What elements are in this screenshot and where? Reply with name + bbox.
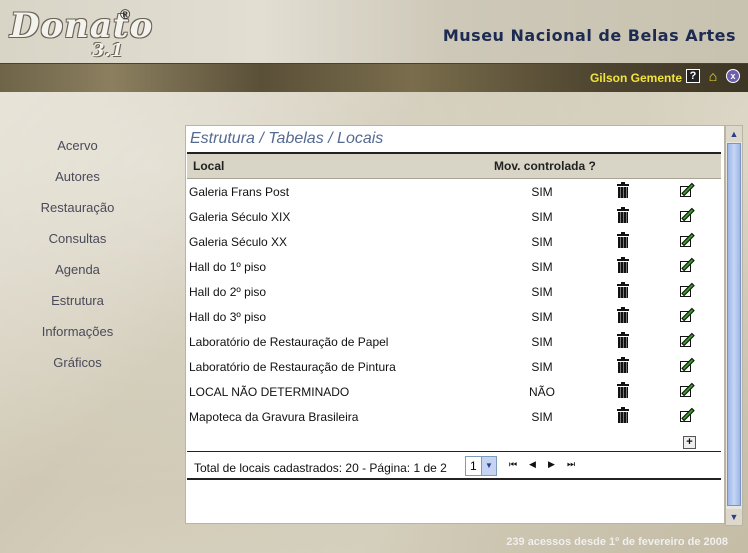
username: Gilson Gemente (589, 71, 682, 85)
side-navigation: Acervo Autores Restauração Consultas Age… (0, 136, 155, 384)
breadcrumb: Estrutura / Tabelas / Locais (190, 130, 384, 147)
edit-icon[interactable] (680, 407, 696, 423)
cell-mov: SIM (531, 410, 553, 424)
cell-mov: SIM (531, 360, 553, 374)
trash-icon[interactable] (617, 332, 629, 349)
edit-icon[interactable] (680, 307, 696, 323)
add-location-button[interactable]: + (683, 436, 696, 449)
edit-icon[interactable] (680, 332, 696, 348)
content-panel: Estrutura / Tabelas / Locais Local Mov. … (185, 125, 725, 524)
nav-item-informacoes[interactable]: Informações (0, 322, 155, 353)
cell-local: Hall do 1º piso (189, 260, 267, 274)
cell-mov: SIM (531, 285, 553, 299)
trash-icon[interactable] (617, 182, 629, 199)
column-header-local: Local (193, 159, 225, 173)
edit-icon[interactable] (680, 257, 696, 273)
edit-icon[interactable] (680, 232, 696, 248)
app-header: Donato ® 3.1 Museu Nacional de Belas Art… (0, 0, 748, 63)
edit-icon[interactable] (680, 207, 696, 223)
footer-divider-top (187, 451, 721, 452)
cell-local: Hall do 2º piso (189, 285, 267, 299)
column-header-mov: Mov. controlada ? (494, 159, 596, 173)
cell-mov: SIM (531, 310, 553, 324)
scroll-thumb[interactable] (727, 143, 741, 506)
prev-page-icon[interactable]: ◀ (529, 459, 536, 470)
cell-local: Laboratório de Restauração de Pintura (189, 360, 396, 374)
nav-item-acervo[interactable]: Acervo (0, 136, 155, 167)
trash-icon[interactable] (617, 232, 629, 249)
nav-item-consultas[interactable]: Consultas (0, 229, 155, 260)
table-row: Hall do 2º piso SIM (187, 280, 721, 305)
cell-mov: SIM (531, 335, 553, 349)
registered-mark: ® (120, 6, 131, 22)
first-page-icon[interactable]: ⏮ (509, 459, 517, 470)
cell-local: Hall do 3º piso (189, 310, 267, 324)
table-row: Laboratório de Restauração de Papel SIM (187, 330, 721, 355)
cell-local: Galeria Século XX (189, 235, 288, 249)
trash-icon[interactable] (617, 282, 629, 299)
chevron-down-icon[interactable]: ▼ (481, 457, 496, 475)
home-icon[interactable]: ⌂ (706, 69, 720, 83)
help-icon[interactable]: ? (686, 69, 700, 83)
nav-item-agenda[interactable]: Agenda (0, 260, 155, 291)
cell-local: LOCAL NÃO DETERMINADO (189, 385, 350, 399)
cell-local: Galeria Século XIX (189, 210, 291, 224)
trash-icon[interactable] (617, 382, 629, 399)
table-row: Galeria Frans Post SIM (187, 180, 721, 205)
nav-item-estrutura[interactable]: Estrutura (0, 291, 155, 322)
cell-mov: NÃO (528, 385, 555, 399)
page-select[interactable]: 1 ▼ (465, 456, 497, 476)
cell-mov: SIM (531, 235, 553, 249)
table-row: LOCAL NÃO DETERMINADO NÃO (187, 380, 721, 405)
page-select-value: 1 (470, 459, 477, 473)
pagination-summary: Total de locais cadastrados: 20 - Página… (194, 461, 447, 475)
trash-icon[interactable] (617, 357, 629, 374)
trash-icon[interactable] (617, 307, 629, 324)
edit-icon[interactable] (680, 182, 696, 198)
cell-mov: SIM (531, 185, 553, 199)
cell-local: Mapoteca da Gravura Brasileira (189, 410, 359, 424)
trash-icon[interactable] (617, 207, 629, 224)
table-row: Hall do 3º piso SIM (187, 305, 721, 330)
table-row: Hall do 1º piso SIM (187, 255, 721, 280)
app-logo: Donato (10, 6, 154, 46)
cell-local: Galeria Frans Post (189, 185, 290, 199)
footer-divider-bottom (187, 478, 721, 480)
exit-icon[interactable]: x (726, 69, 740, 83)
trash-icon[interactable] (617, 407, 629, 424)
table-body: Galeria Frans Post SIM Galeria Século XI… (187, 180, 721, 430)
scroll-up-icon[interactable]: ▲ (726, 126, 742, 142)
last-page-icon[interactable]: ⏭ (567, 459, 575, 470)
table-row: Laboratório de Restauração de Pintura SI… (187, 355, 721, 380)
table-header: Local Mov. controlada ? (187, 154, 721, 179)
cell-local: Laboratório de Restauração de Papel (189, 335, 389, 349)
next-page-icon[interactable]: ▶ (548, 459, 555, 470)
nav-item-autores[interactable]: Autores (0, 167, 155, 198)
edit-icon[interactable] (680, 357, 696, 373)
access-counter: 239 acessos desde 1º de fevereiro de 200… (506, 536, 728, 548)
nav-item-restauracao[interactable]: Restauração (0, 198, 155, 229)
edit-icon[interactable] (680, 382, 696, 398)
cell-mov: SIM (531, 260, 553, 274)
museum-title: Museu Nacional de Belas Artes (442, 26, 736, 45)
cell-mov: SIM (531, 210, 553, 224)
app-version: 3.1 (92, 40, 124, 61)
vertical-scrollbar[interactable]: ▲ ▼ (725, 125, 743, 526)
table-row: Galeria Século XX SIM (187, 230, 721, 255)
table-row: Galeria Século XIX SIM (187, 205, 721, 230)
edit-icon[interactable] (680, 282, 696, 298)
user-bar: Gilson Gemente ? ⌂ x (0, 63, 748, 92)
scroll-down-icon[interactable]: ▼ (726, 509, 742, 525)
trash-icon[interactable] (617, 257, 629, 274)
nav-item-graficos[interactable]: Gráficos (0, 353, 155, 384)
table-row: Mapoteca da Gravura Brasileira SIM (187, 405, 721, 430)
